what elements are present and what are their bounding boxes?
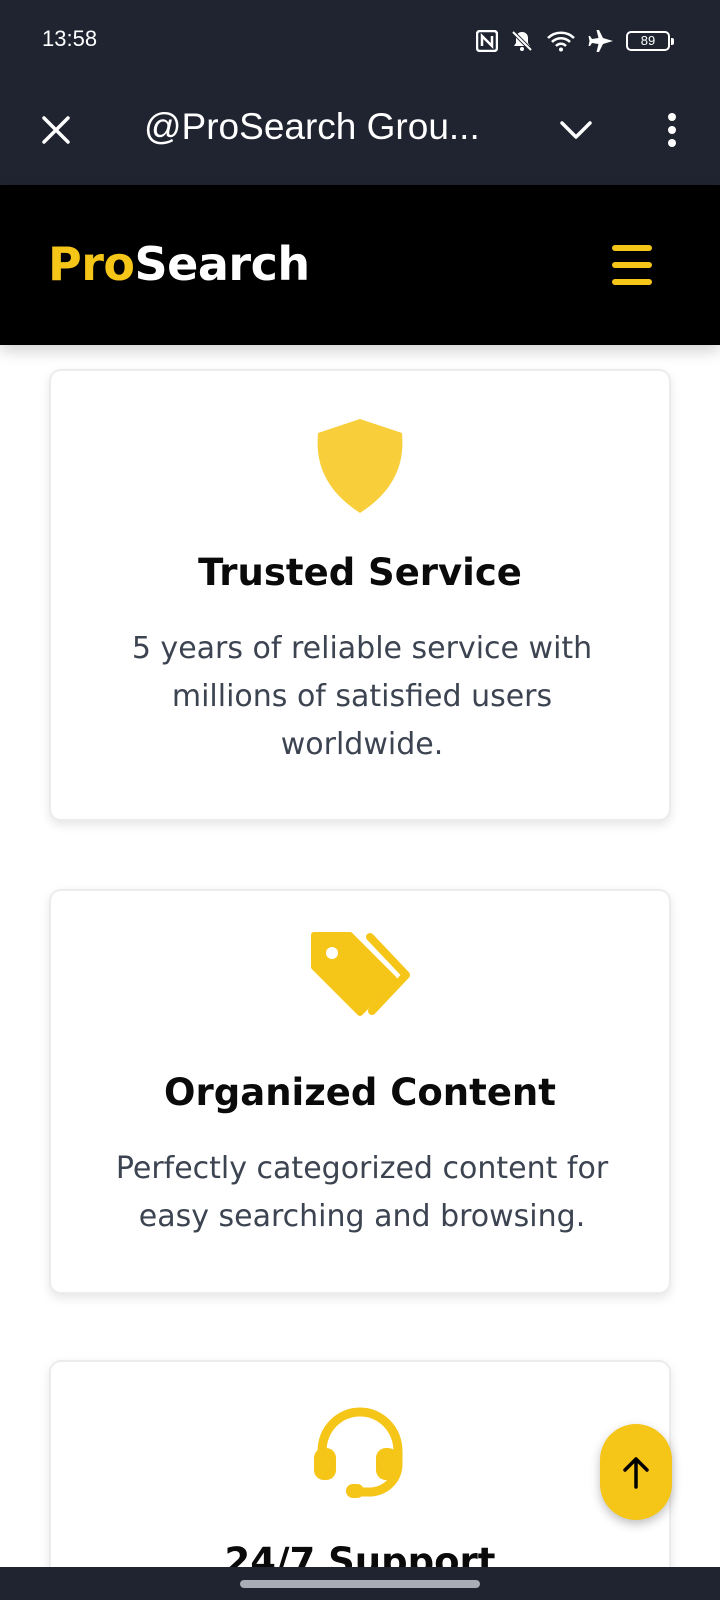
battery-level: 89 — [640, 33, 656, 48]
site-header: ProSearch — [0, 185, 720, 345]
airplane-icon — [588, 30, 613, 52]
nfc-icon — [476, 30, 498, 52]
feature-description: 5 years of reliable service with million… — [131, 631, 593, 762]
feature-card: Organized Content Perfectly categorized … — [49, 889, 671, 1294]
tags-icon — [51, 931, 669, 1019]
site-logo[interactable]: ProSearch — [48, 237, 310, 291]
headset-icon — [51, 1406, 669, 1504]
hamburger-menu-icon[interactable] — [608, 243, 656, 287]
status-time: 13:58 — [42, 26, 98, 51]
system-nav-bar — [0, 1567, 720, 1600]
bell-muted-icon — [511, 30, 533, 52]
chevron-down-icon — [560, 121, 592, 139]
more-vert-icon — [668, 113, 676, 147]
expand-button[interactable] — [554, 108, 598, 152]
back-to-top-button[interactable] — [600, 1424, 672, 1520]
logo-pro: Pro — [48, 237, 135, 291]
home-gesture-handle[interactable] — [240, 1580, 480, 1588]
menu-bar-middle — [612, 262, 652, 268]
more-options-button[interactable] — [650, 108, 694, 152]
battery-icon: 89 — [626, 31, 674, 51]
browser-title[interactable]: @ProSearch Grou... — [144, 106, 494, 148]
feature-description: Perfectly categorized content for easy s… — [115, 1151, 609, 1234]
menu-bar-top — [612, 245, 652, 251]
feature-title: 24/7 Support — [224, 1540, 496, 1567]
status-icons: 89 — [476, 26, 674, 56]
close-button[interactable] — [34, 108, 78, 152]
menu-bar-bottom — [612, 279, 652, 285]
feature-title: Trusted Service — [198, 551, 522, 594]
arrow-up-icon — [623, 1457, 649, 1489]
logo-search: Search — [134, 237, 311, 291]
feature-card: Trusted Service 5 years of reliable serv… — [49, 369, 671, 821]
status-bar: 13:58 89 — [0, 0, 720, 82]
wifi-icon — [547, 31, 575, 52]
features-section: Trusted Service 5 years of reliable serv… — [0, 345, 720, 1567]
feature-title: Organized Content — [164, 1071, 556, 1114]
browser-toolbar: @ProSearch Grou... — [0, 82, 720, 185]
shield-icon — [51, 417, 669, 515]
feature-card: 24/7 Support — [49, 1360, 671, 1567]
close-icon — [42, 116, 70, 144]
